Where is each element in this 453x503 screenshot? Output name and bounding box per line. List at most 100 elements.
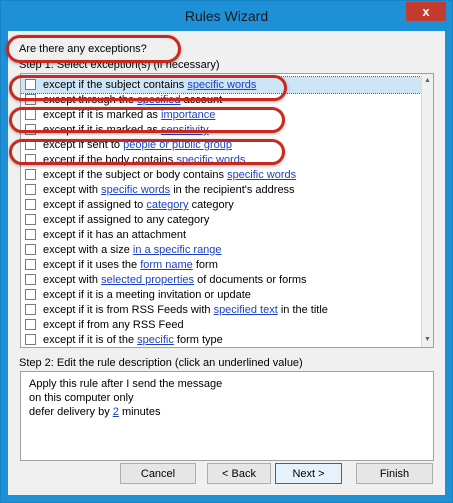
exception-checkbox[interactable]	[25, 169, 36, 180]
exception-row[interactable]: except if from any RSS Feed	[21, 317, 421, 333]
exception-row[interactable]: except if the body contains specific wor…	[21, 152, 421, 168]
exception-checkbox[interactable]	[25, 154, 36, 165]
exception-checkbox[interactable]	[25, 304, 36, 315]
cancel-button[interactable]: Cancel	[120, 463, 196, 484]
exception-checkbox[interactable]	[25, 319, 36, 330]
exception-row[interactable]: except if the subject contains specific …	[21, 76, 422, 94]
exception-value-link[interactable]: sensitivity	[161, 124, 209, 136]
back-button[interactable]: < Back	[207, 463, 271, 484]
exception-text: except through the specified account	[43, 92, 222, 108]
dialog-client-area: Are there any exceptions? Step 1: Select…	[6, 31, 445, 495]
exceptions-question: Are there any exceptions?	[19, 43, 147, 55]
exception-text-prefix: except if it uses the	[43, 259, 141, 271]
close-button[interactable]: x	[406, 2, 446, 21]
exception-checkbox[interactable]	[25, 244, 36, 255]
window-title: Rules Wizard	[184, 8, 269, 24]
exception-checkbox[interactable]	[25, 184, 36, 195]
exception-value-link[interactable]: specific words	[187, 79, 256, 91]
exception-text: except if sent to people or public group	[43, 137, 232, 153]
exception-row[interactable]: except if it uses the form name form	[21, 257, 421, 273]
exception-value-link[interactable]: category	[146, 199, 188, 211]
exception-text-prefix: except if from any RSS Feed	[43, 319, 184, 331]
exception-row[interactable]: except if it is a meeting invitation or …	[21, 287, 421, 303]
exception-checkbox[interactable]	[25, 214, 36, 225]
exception-row[interactable]: except with specific words in the recipi…	[21, 182, 421, 198]
exception-text-prefix: except with	[43, 274, 102, 286]
exception-row[interactable]: except if it has an attachment	[21, 227, 421, 243]
exception-value-link[interactable]: specific	[137, 334, 174, 346]
scroll-down-arrow-icon[interactable]: ▼	[422, 333, 433, 347]
exception-value-link[interactable]: importance	[161, 109, 215, 121]
description-line-2: on this computer only	[29, 392, 134, 404]
exception-row[interactable]: except if assigned to any category	[21, 212, 421, 228]
exception-text: except if the body contains specific wor…	[43, 152, 245, 168]
exception-row[interactable]: except if it is marked as sensitivity	[21, 122, 421, 138]
exception-checkbox[interactable]	[25, 109, 36, 120]
exception-checkbox[interactable]	[25, 124, 36, 135]
exception-checkbox[interactable]	[25, 289, 36, 300]
exception-text-suffix: account	[180, 94, 223, 106]
next-button[interactable]: Next >	[275, 463, 342, 484]
exception-row[interactable]: except if assigned to category category	[21, 197, 421, 213]
exception-text: except if it is a meeting invitation or …	[43, 287, 251, 303]
exception-text: except if from any RSS Feed	[43, 317, 184, 333]
exception-text-suffix: form	[192, 259, 218, 271]
finish-button[interactable]: Finish	[356, 463, 433, 484]
exception-text-prefix: except if assigned to	[43, 199, 147, 211]
exception-text: except if assigned to category category	[43, 197, 234, 213]
exceptions-list[interactable]: except if it is of the specific form typ…	[20, 73, 434, 348]
exception-row[interactable]: except with a size in a specific range	[21, 242, 421, 258]
exception-text-prefix: except if it is of the	[43, 334, 138, 346]
exception-text: except if it has an attachment	[43, 227, 186, 243]
description-line-3-suffix: minutes	[118, 406, 161, 418]
step1-label: Step 1: Select exception(s) (if necessar…	[19, 59, 220, 71]
exception-text-suffix: in the recipient's address	[170, 184, 295, 196]
exception-text-prefix: except if it is marked as	[43, 124, 161, 136]
exception-row[interactable]: except if it is from RSS Feeds with spec…	[21, 302, 421, 318]
description-line-1: Apply this rule after I send the message	[29, 378, 223, 390]
exception-text: except with specific words in the recipi…	[43, 182, 295, 198]
exception-text-prefix: except if it is a meeting invitation or …	[43, 289, 251, 301]
exception-text: except if it uses the form name form	[43, 257, 218, 273]
exception-text-suffix: category	[188, 199, 234, 211]
scroll-up-arrow-icon[interactable]: ▲	[422, 74, 433, 88]
exception-checkbox[interactable]	[25, 139, 36, 150]
exception-row[interactable]: except if the subject or body contains s…	[21, 167, 421, 183]
exception-text-prefix: except if assigned to any category	[43, 214, 210, 226]
exception-checkbox[interactable]	[25, 274, 36, 285]
exception-checkbox[interactable]	[25, 259, 36, 270]
exception-checkbox[interactable]	[25, 334, 36, 345]
exception-checkbox[interactable]	[25, 199, 36, 210]
exception-row[interactable]: except through the specified account	[21, 92, 421, 108]
exception-value-link[interactable]: specific words	[227, 169, 296, 181]
exception-row[interactable]: except if it is of the specific form typ…	[21, 332, 421, 347]
exception-value-link[interactable]: people or public group	[123, 139, 232, 151]
exception-value-link[interactable]: specific words	[101, 184, 170, 196]
exception-text-suffix: in the title	[277, 304, 328, 316]
exception-value-link[interactable]: form name	[140, 259, 193, 271]
exception-value-link[interactable]: specified	[137, 94, 180, 106]
exception-value-link[interactable]: selected properties	[101, 274, 194, 286]
exceptions-list-scrollbar[interactable]: ▲ ▼	[421, 74, 433, 347]
exception-text: except if it is of the specific form typ…	[43, 332, 223, 347]
exception-value-link[interactable]: specific words	[176, 154, 245, 166]
exception-text-prefix: except with a size	[43, 244, 133, 256]
exception-text-prefix: except if it is marked as	[43, 109, 161, 121]
rule-description-box: Apply this rule after I send the message…	[20, 371, 434, 461]
exception-text: except with a size in a specific range	[43, 242, 222, 258]
exception-row[interactable]: except with selected properties of docum…	[21, 272, 421, 288]
exception-value-link[interactable]: specified text	[214, 304, 278, 316]
exception-checkbox[interactable]	[25, 94, 36, 105]
exception-checkbox[interactable]	[25, 229, 36, 240]
title-bar[interactable]: Rules Wizard x	[1, 1, 452, 31]
exception-text-prefix: except with	[43, 184, 102, 196]
exception-value-link[interactable]: in a specific range	[133, 244, 222, 256]
exception-row[interactable]: except if it is marked as importance	[21, 107, 421, 123]
exception-text-prefix: except through the	[43, 94, 138, 106]
step2-label: Step 2: Edit the rule description (click…	[19, 357, 303, 369]
exception-row[interactable]: except if sent to people or public group	[21, 137, 421, 153]
exception-text-suffix: form type	[173, 334, 223, 346]
exception-text: except with selected properties of docum…	[43, 272, 307, 288]
exception-checkbox[interactable]	[25, 79, 36, 90]
exception-text-prefix: except if the subject or body contains	[43, 169, 228, 181]
